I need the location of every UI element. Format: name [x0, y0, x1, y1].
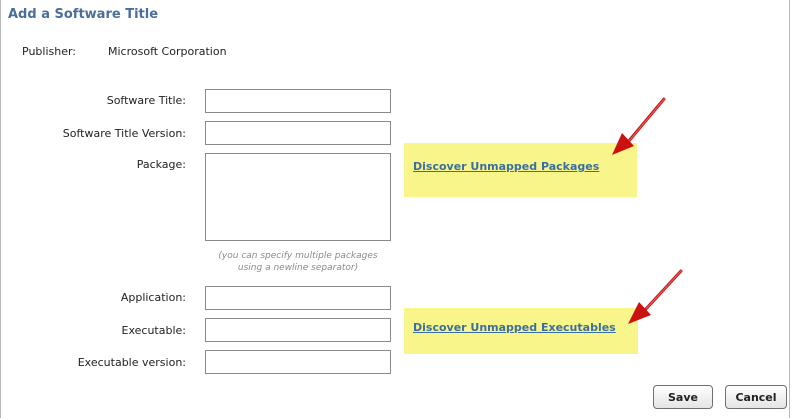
save-button[interactable]: Save [653, 385, 713, 409]
red-arrow-icon-packages [612, 97, 666, 155]
cancel-button[interactable]: Cancel [725, 385, 787, 409]
red-arrow-icon [612, 97, 683, 324]
red-arrow-icon-executables [628, 269, 683, 324]
